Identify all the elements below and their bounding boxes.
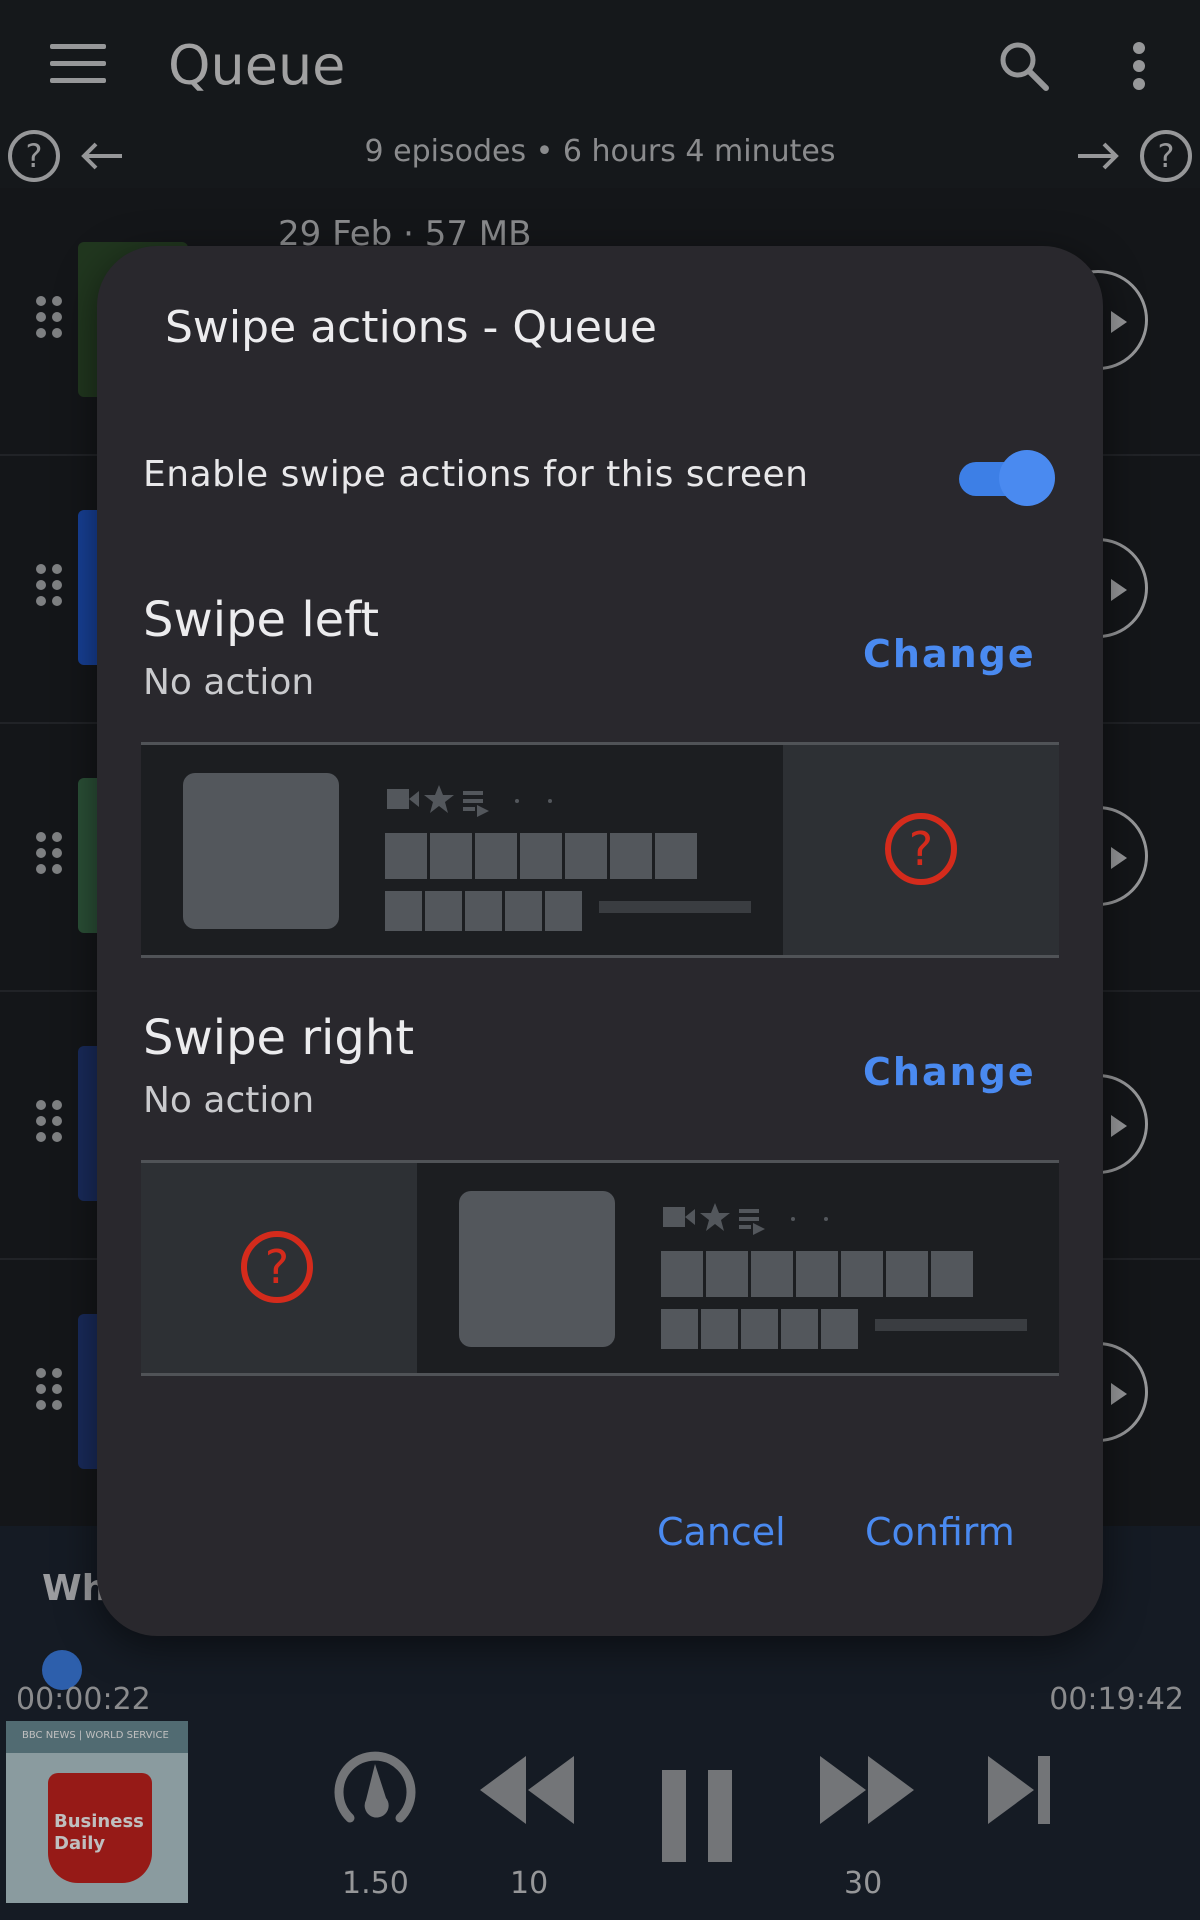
swipe-right-action: No action xyxy=(143,1080,315,1121)
enable-swipe-toggle[interactable] xyxy=(959,450,1055,506)
swipe-left-change-button[interactable]: Change xyxy=(863,632,1036,676)
svg-text:?: ? xyxy=(265,1240,289,1294)
preview-subtitle-bar xyxy=(661,1309,861,1349)
swipe-right-title: Swipe right xyxy=(143,1010,415,1066)
preview-icons xyxy=(387,785,552,817)
swipe-right-action-pane: ? xyxy=(141,1163,417,1373)
preview-icons xyxy=(663,1203,828,1235)
help-icon: ? xyxy=(885,813,957,885)
dialog-title: Swipe actions - Queue xyxy=(165,302,657,353)
confirm-button[interactable]: Confirm xyxy=(865,1510,1015,1554)
preview-title-bar xyxy=(661,1251,981,1297)
swipe-right-change-button[interactable]: Change xyxy=(863,1050,1036,1094)
enable-swipe-label: Enable swipe actions for this screen xyxy=(143,454,809,495)
preview-progress-line xyxy=(875,1319,1027,1331)
preview-title-bar xyxy=(385,833,705,879)
cancel-button[interactable]: Cancel xyxy=(657,1510,786,1554)
swipe-left-preview: ? xyxy=(141,742,1059,958)
svg-text:?: ? xyxy=(909,822,933,876)
preview-thumbnail xyxy=(459,1191,615,1347)
swipe-left-action-pane: ? xyxy=(783,745,1059,955)
swipe-actions-dialog: Swipe actions - Queue Enable swipe actio… xyxy=(97,246,1103,1636)
preview-thumbnail xyxy=(183,773,339,929)
preview-subtitle-bar xyxy=(385,891,585,931)
swipe-left-action: No action xyxy=(143,662,315,703)
toggle-knob xyxy=(999,450,1055,506)
preview-progress-line xyxy=(599,901,751,913)
swipe-right-preview: ? xyxy=(141,1160,1059,1376)
help-icon: ? xyxy=(241,1231,313,1303)
swipe-left-title: Swipe left xyxy=(143,592,380,648)
